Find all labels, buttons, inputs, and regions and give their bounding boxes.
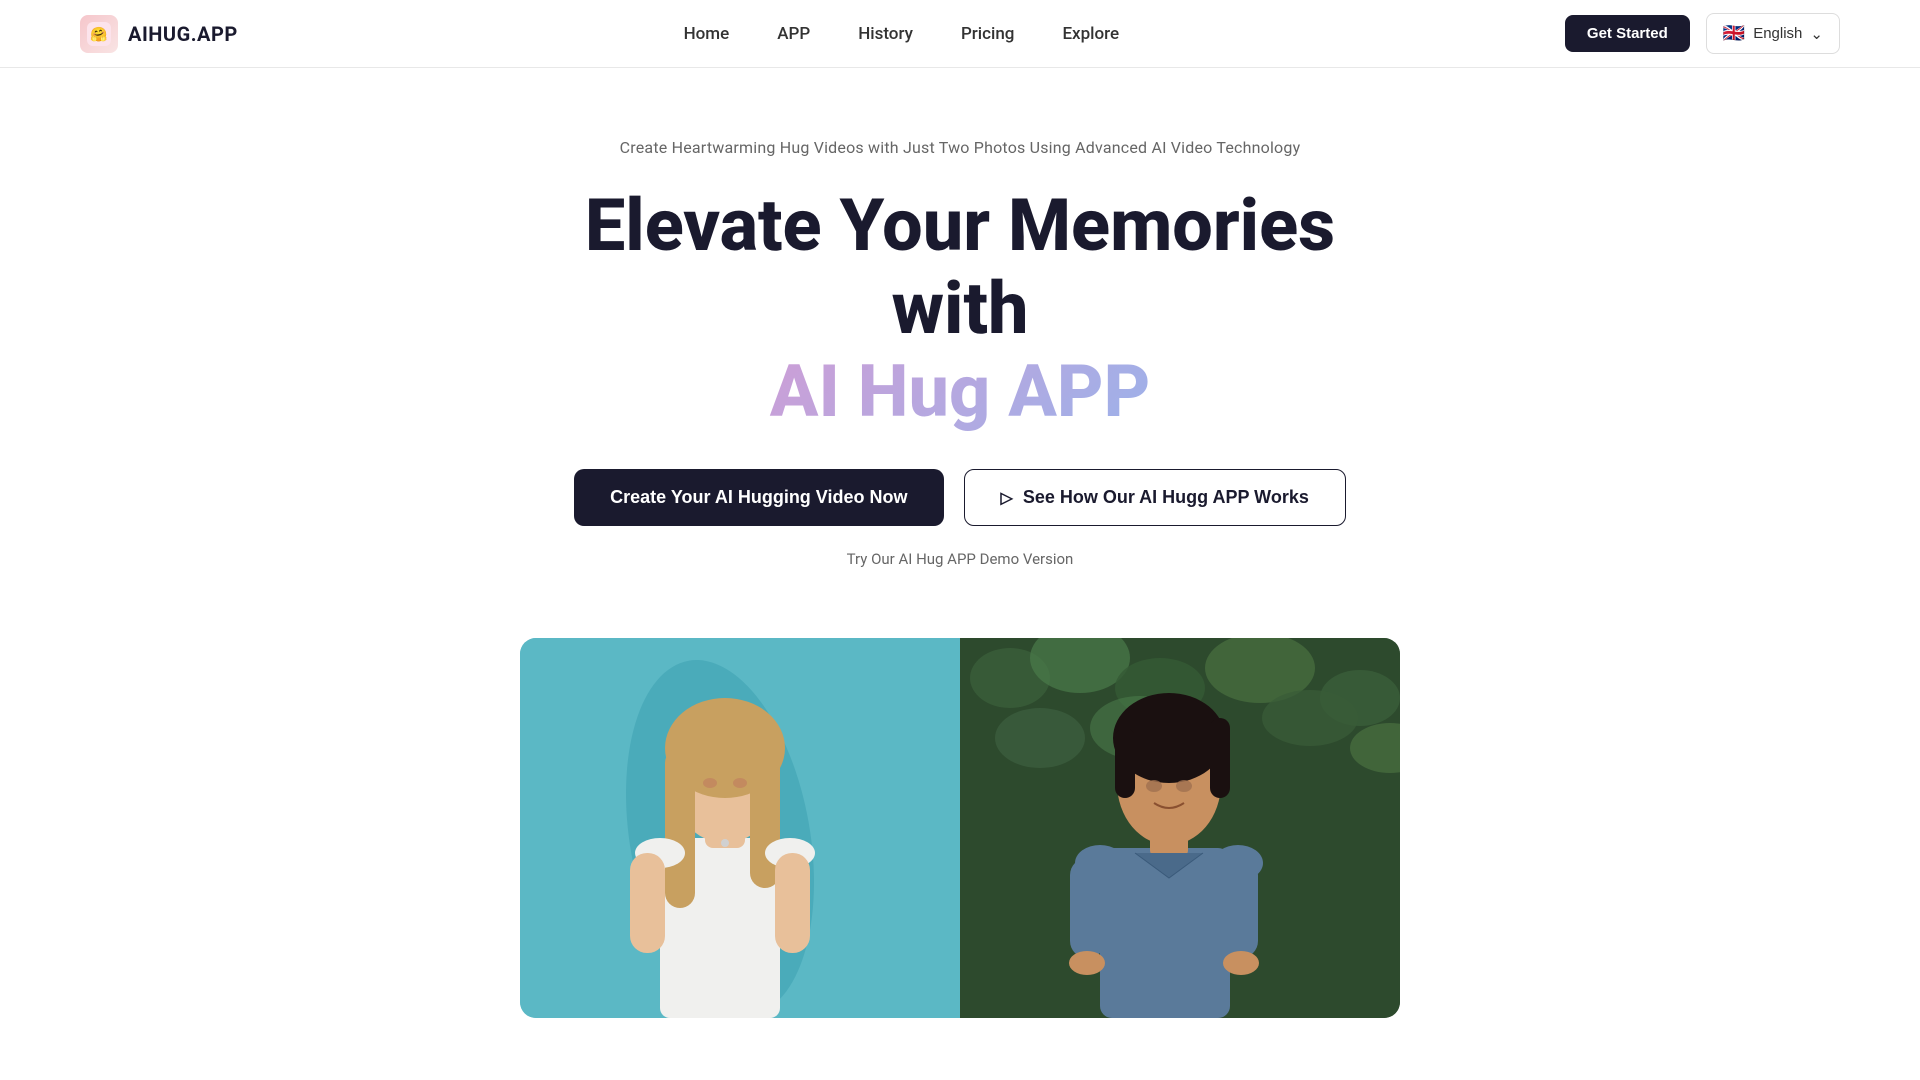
flag-icon: 🇬🇧 [1723,23,1745,44]
get-started-button[interactable]: Get Started [1565,15,1690,52]
nav-pricing[interactable]: Pricing [961,24,1015,44]
nav-app[interactable]: APP [777,24,810,44]
hero-title-line2: AI Hug APP [510,351,1410,434]
how-it-works-button[interactable]: ▷ See How Our AI Hugg APP Works [964,469,1346,526]
play-icon: ▷ [1001,488,1013,508]
hero-subtitle: Create Heartwarming Hug Videos with Just… [620,138,1301,157]
nav-home[interactable]: Home [684,24,730,44]
how-it-works-label: See How Our AI Hugg APP Works [1023,487,1309,508]
language-selector[interactable]: 🇬🇧 English ⌄ [1706,13,1840,54]
logo-text: AIHUG.APP [128,22,238,46]
left-person-svg [520,638,960,1018]
person-image-right [960,638,1400,1018]
hero-title: Elevate Your Memories with AI Hug APP [510,185,1410,433]
navbar-actions: Get Started 🇬🇧 English ⌄ [1565,13,1840,54]
language-label: English [1753,25,1802,42]
hero-images [520,638,1400,1018]
nav-links: Home APP History Pricing Explore [684,24,1120,44]
language-arrow: ⌄ [1810,25,1823,43]
nav-history[interactable]: History [858,24,913,44]
demo-link[interactable]: Try Our AI Hug APP Demo Version [847,550,1074,568]
logo-icon: 🤗 [80,15,118,53]
hero-title-line1: Elevate Your Memories with [585,183,1335,351]
hero-image-section [0,628,1920,1018]
logo-link[interactable]: 🤗 AIHUG.APP [80,15,238,53]
right-person-svg [960,638,1400,1018]
navbar: 🤗 AIHUG.APP Home APP History Pricing Exp… [0,0,1920,68]
nav-explore[interactable]: Explore [1062,24,1119,44]
create-video-button[interactable]: Create Your AI Hugging Video Now [574,469,943,526]
person-image-left [520,638,960,1018]
hero-section: Create Heartwarming Hug Videos with Just… [0,68,1920,628]
hero-buttons: Create Your AI Hugging Video Now ▷ See H… [574,469,1346,526]
svg-text:🤗: 🤗 [90,26,108,43]
